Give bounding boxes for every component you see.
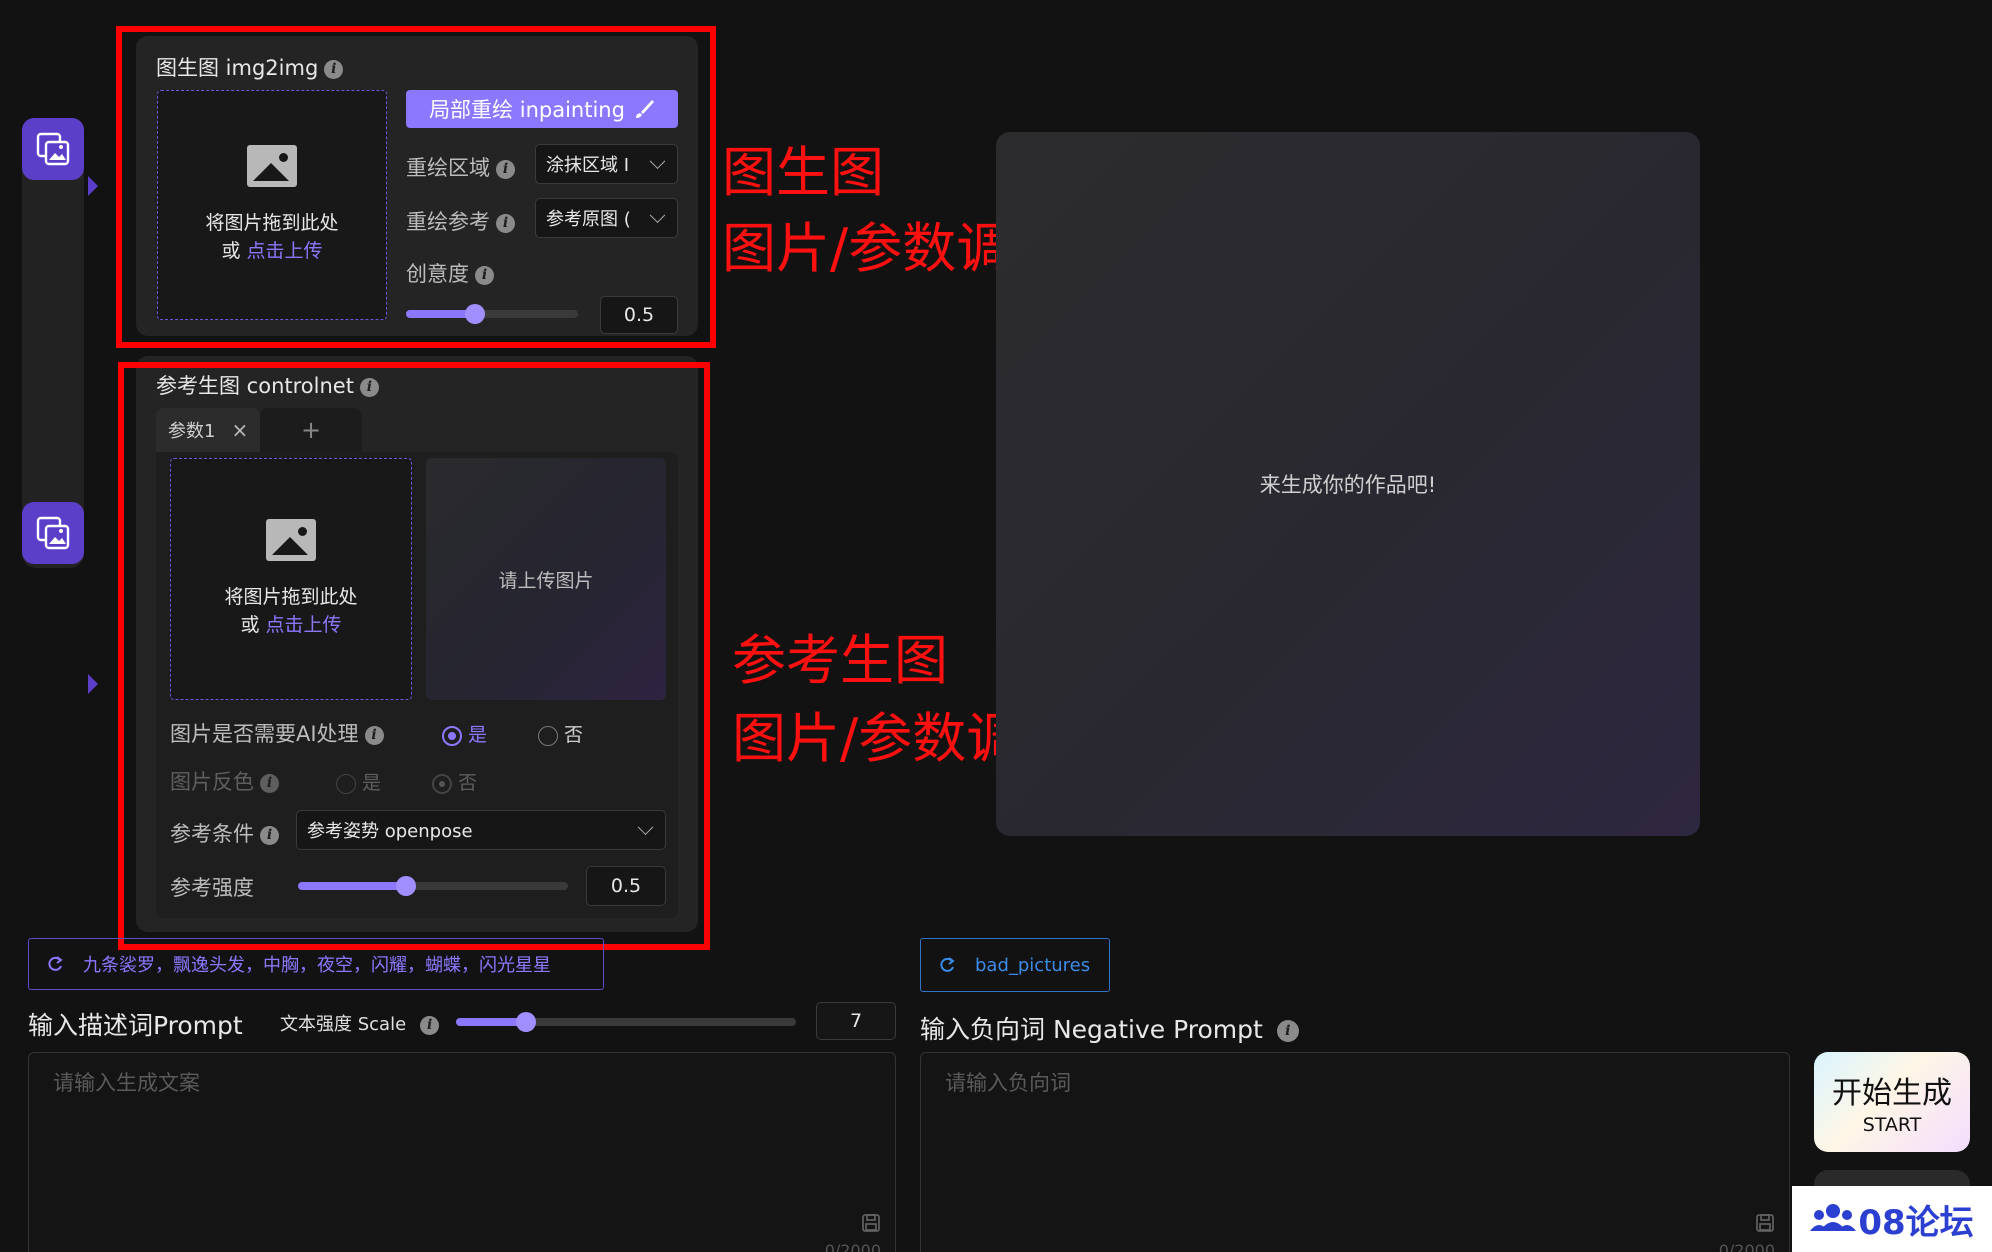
sidebar-controlnet-button[interactable] — [22, 502, 84, 564]
negative-suggestion-text: bad_pictures — [975, 954, 1091, 976]
negative-label: 输入负向词 Negative Prompt i — [920, 1010, 1299, 1046]
sidebar-img2img-button[interactable] — [22, 118, 84, 180]
users-logo-icon — [1810, 1204, 1857, 1231]
scale-slider[interactable] — [456, 1012, 796, 1032]
watermark-badge: 08论坛 — [1792, 1186, 1992, 1252]
annotation-box-controlnet — [118, 362, 710, 950]
sidebar-pointer — [88, 176, 98, 196]
save-icon[interactable] — [1755, 1213, 1775, 1233]
negative-textarea[interactable]: 请输入负向词 0/2000 — [920, 1052, 1790, 1252]
save-icon[interactable] — [861, 1213, 881, 1233]
annotation-controlnet-line1: 参考生图 — [732, 629, 948, 692]
negative-label-text: 输入负向词 Negative Prompt — [920, 1015, 1263, 1044]
prompt-textarea[interactable]: 请输入生成文案 0/2000 — [28, 1052, 896, 1252]
scale-label: 文本强度 Scale i — [280, 1010, 440, 1036]
negative-char-counter: 0/2000 — [1718, 1241, 1775, 1252]
start-button-sublabel: START — [1862, 1114, 1922, 1136]
prompt-label: 输入描述词Prompt — [28, 1011, 243, 1040]
output-placeholder-text: 来生成你的作品吧! — [1259, 473, 1437, 497]
prompt-suggestion-text: 九条裟罗，飘逸头发，中胸，夜空，闪耀，蝴蝶，闪光星星 — [83, 955, 551, 976]
gallery-icon — [36, 132, 70, 166]
prompt-char-counter: 0/2000 — [824, 1241, 881, 1252]
refresh-icon — [940, 957, 955, 972]
info-icon[interactable]: i — [1276, 1020, 1299, 1042]
prompt-placeholder: 请输入生成文案 — [53, 1071, 200, 1095]
scale-value: 7 — [849, 1010, 863, 1032]
gallery-icon — [36, 516, 70, 550]
negative-suggestion-tag[interactable]: bad_pictures — [920, 938, 1110, 992]
start-button-label: 开始生成 — [1832, 1076, 1952, 1111]
prompt-suggestion-tag[interactable]: 九条裟罗，飘逸头发，中胸，夜空，闪耀，蝴蝶，闪光星星 — [28, 938, 604, 990]
scale-slider-thumb[interactable] — [516, 1012, 536, 1032]
sidebar-rail — [22, 118, 84, 568]
annotation-img2img-line1: 图生图 — [722, 141, 884, 204]
refresh-icon — [48, 956, 63, 971]
scale-input[interactable]: 7 — [816, 1002, 896, 1040]
output-canvas: 来生成你的作品吧! — [996, 132, 1700, 836]
scale-label-text: 文本强度 Scale — [280, 1014, 407, 1035]
sidebar-pointer — [88, 674, 98, 694]
info-icon[interactable]: i — [420, 1015, 440, 1035]
start-button[interactable]: 开始生成 START — [1814, 1052, 1970, 1152]
watermark-text: 08论坛 — [1858, 1202, 1974, 1243]
negative-placeholder: 请输入负向词 — [945, 1071, 1071, 1095]
annotation-box-img2img — [116, 26, 716, 348]
